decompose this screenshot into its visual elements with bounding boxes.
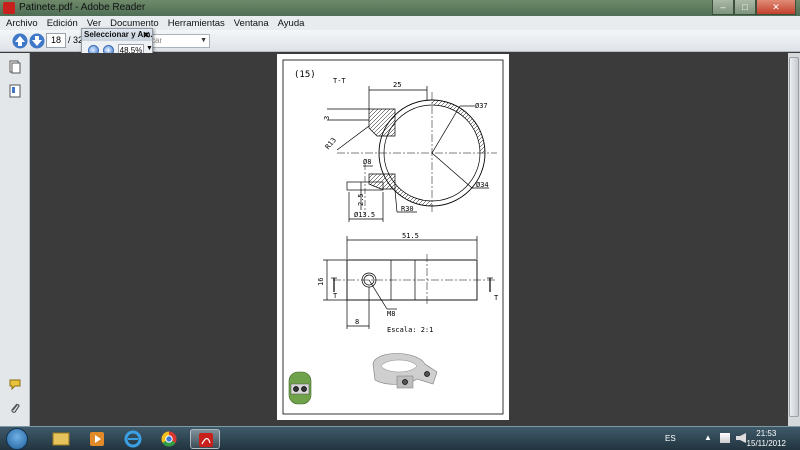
- previous-page-button[interactable]: [12, 33, 28, 49]
- start-button[interactable]: [6, 428, 28, 450]
- pages-icon[interactable]: [9, 60, 21, 74]
- arrow-up-icon: [12, 33, 28, 49]
- menu-archivo[interactable]: Archivo: [6, 18, 38, 29]
- menu-edicion[interactable]: Edición: [47, 18, 78, 29]
- system-tray: ES ▲ 21:53 15/11/2012: [660, 427, 800, 450]
- tray-icons: ▲: [704, 433, 746, 443]
- section-mark-right: T: [494, 294, 499, 302]
- close-button[interactable]: ✕: [756, 0, 796, 15]
- minimize-button[interactable]: –: [712, 0, 734, 15]
- network-icon[interactable]: [720, 433, 730, 443]
- dimension-3: 3: [323, 116, 331, 120]
- pdf-page[interactable]: (15) T-T 25 3 R13 Ø37 Ø8 Ø34 2.5 R30 Ø13…: [277, 54, 509, 420]
- next-page-button[interactable]: [29, 33, 45, 49]
- menu-documento[interactable]: Documento: [110, 18, 159, 29]
- dimension-diameter-13-5: Ø13.5: [354, 211, 375, 219]
- clock-date: 15/11/2012: [746, 439, 786, 448]
- title-bar: Patinete.pdf - Adobe Reader – □ ✕: [0, 0, 800, 16]
- chrome-taskbar-icon[interactable]: [154, 429, 184, 449]
- dimension-51-5: 51.5: [402, 232, 419, 240]
- attachment-icon[interactable]: [9, 401, 21, 415]
- scrollbar-thumb[interactable]: [789, 57, 799, 417]
- section-mark-left: T: [333, 292, 338, 300]
- language-indicator[interactable]: ES: [665, 434, 676, 443]
- show-hidden-icon[interactable]: ▲: [704, 433, 714, 443]
- internet-explorer-taskbar-icon[interactable]: [118, 429, 148, 449]
- technical-drawing: (15) T-T 25 3 R13 Ø37 Ø8 Ø34 2.5 R30 Ø13…: [282, 59, 504, 415]
- dimension-m8: M8: [387, 310, 395, 318]
- window-title: Patinete.pdf - Adobe Reader: [19, 2, 146, 13]
- maximize-button[interactable]: □: [734, 0, 756, 15]
- clamp-3d-view: [372, 353, 438, 389]
- taskbar: ES ▲ 21:53 15/11/2012: [0, 426, 800, 450]
- media-player-icon: [90, 432, 104, 446]
- menu-herramientas[interactable]: Herramientas: [168, 18, 225, 29]
- dimension-diameter-34: Ø34: [476, 181, 489, 189]
- section-label: T-T: [333, 77, 346, 85]
- bookmarks-icon[interactable]: [9, 84, 21, 98]
- vertical-scrollbar[interactable]: [788, 53, 800, 426]
- adobe-reader-icon: [3, 2, 15, 14]
- volume-icon[interactable]: [736, 433, 746, 443]
- menu-ventana[interactable]: Ventana: [234, 18, 269, 29]
- dimension-16: 16: [317, 278, 325, 286]
- zoom-dropdown-icon[interactable]: ▼: [146, 45, 153, 52]
- clock[interactable]: 21:53 15/11/2012: [747, 429, 786, 449]
- adobe-reader-taskbar-icon[interactable]: [190, 429, 220, 449]
- page-number-input[interactable]: 18: [46, 33, 66, 48]
- dimension-2-5: 2.5: [357, 193, 365, 206]
- comments-icon[interactable]: [9, 377, 21, 391]
- dimension-diameter-37: Ø37: [475, 102, 488, 110]
- drawing-number: (15): [294, 70, 316, 80]
- navigation-panel: [0, 53, 30, 426]
- arrow-down-icon: [29, 33, 45, 49]
- chevron-down-icon[interactable]: ▼: [200, 35, 207, 47]
- menu-ver[interactable]: Ver: [87, 18, 101, 29]
- chrome-icon: [161, 431, 177, 447]
- clock-time: 21:53: [756, 429, 777, 438]
- dimension-diameter-8: Ø8: [363, 158, 371, 166]
- robot-logo-icon: [288, 371, 312, 405]
- adobe-reader-icon: [199, 433, 213, 447]
- palette-close-icon[interactable]: ✕: [142, 29, 150, 41]
- folder-icon: [52, 432, 70, 446]
- menu-ayuda[interactable]: Ayuda: [278, 18, 305, 29]
- dimension-8: 8: [355, 318, 359, 326]
- scale-label: Escala: 2:1: [387, 326, 433, 334]
- search-input[interactable]: car ▼: [146, 34, 210, 48]
- media-player-taskbar-icon[interactable]: [82, 429, 112, 449]
- internet-explorer-icon: [124, 430, 142, 448]
- window-controls: – □ ✕: [712, 0, 796, 15]
- explorer-taskbar-icon[interactable]: [46, 429, 76, 449]
- dimension-25: 25: [393, 81, 401, 89]
- dimension-r30: R30: [401, 205, 414, 213]
- dimension-r13: R13: [324, 136, 338, 151]
